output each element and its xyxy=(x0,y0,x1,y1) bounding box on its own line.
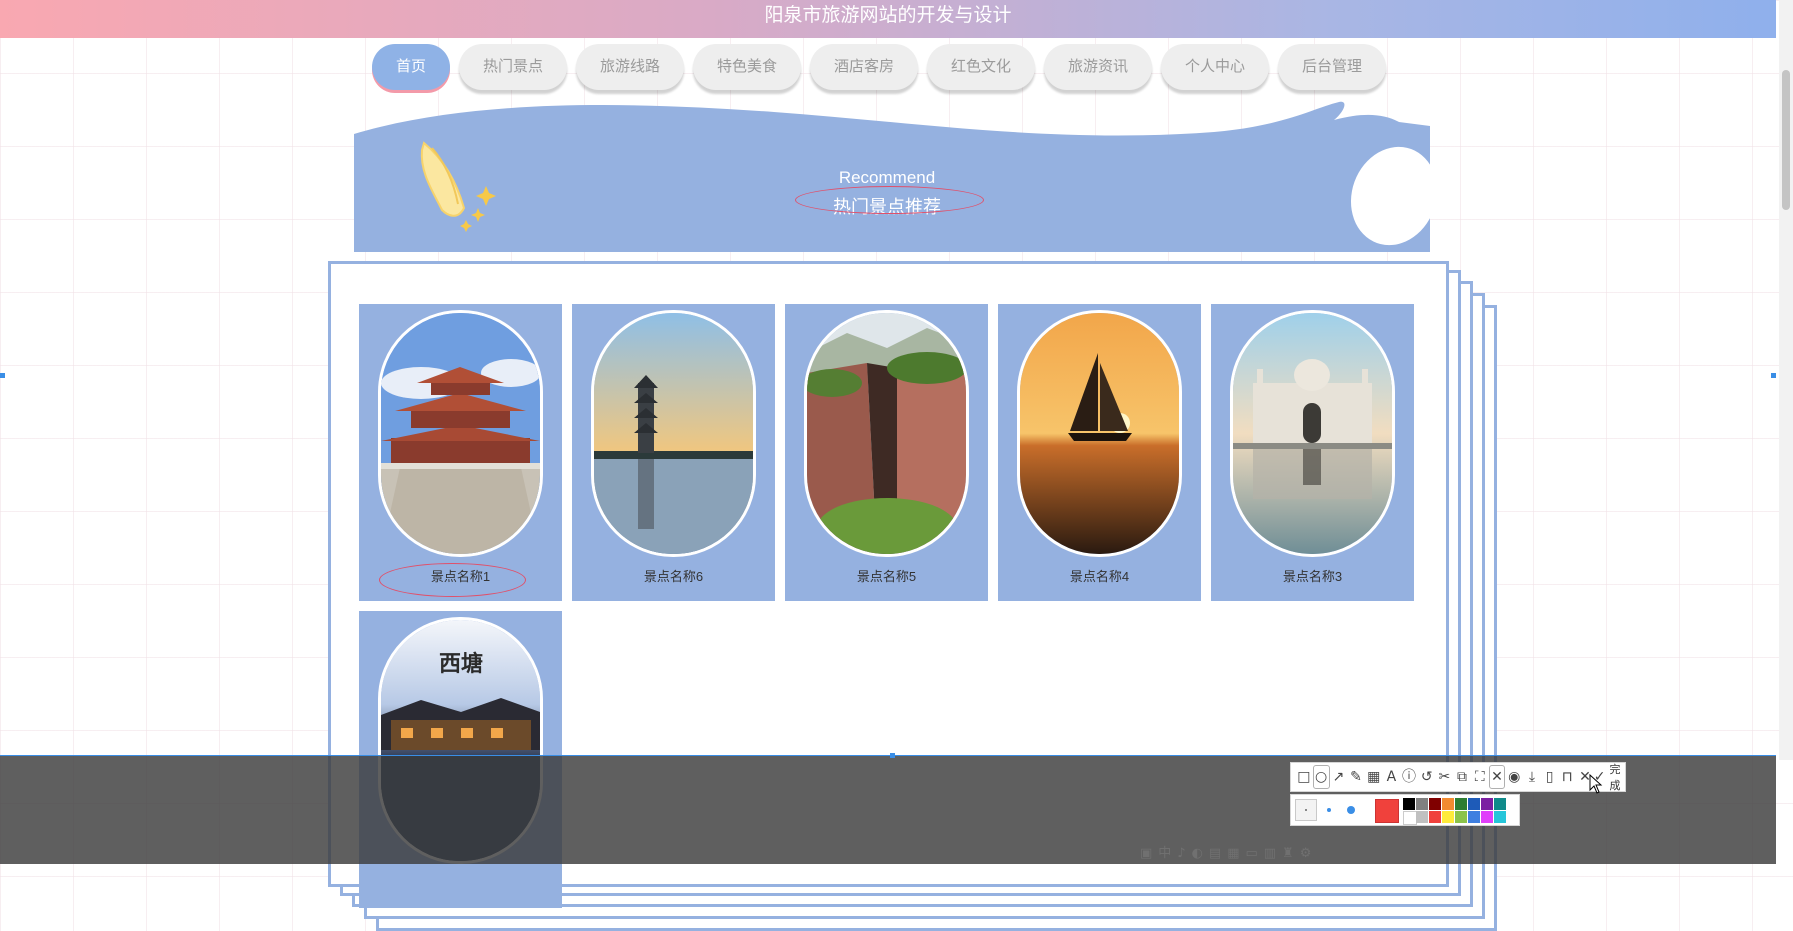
spot-card[interactable]: 景点名称1 xyxy=(359,304,562,601)
nav-item-hot-spots[interactable]: 热门景点 xyxy=(459,44,567,90)
color-swatch[interactable] xyxy=(1468,798,1480,810)
selection-handle[interactable] xyxy=(890,753,895,758)
page-scrollbar[interactable] xyxy=(1779,0,1793,760)
number-icon[interactable]: ⓘ xyxy=(1400,764,1418,790)
nav-item-routes[interactable]: 旅游线路 xyxy=(576,44,684,90)
nav-item-food[interactable]: 特色美食 xyxy=(693,44,801,90)
annotation-ellipse-spot xyxy=(379,563,526,597)
mouse-cursor-icon xyxy=(1589,774,1603,794)
scissors-icon[interactable]: ✂ xyxy=(1436,764,1454,790)
taskbar-ghost-icons: ▣中♪◐▤▦▭▥♜⚙ xyxy=(1140,846,1318,861)
spot-name[interactable]: 景点名称3 xyxy=(1211,566,1414,585)
nav-item-profile[interactable]: 个人中心 xyxy=(1161,44,1269,90)
pin-icon[interactable]: ✕ xyxy=(1488,765,1506,789)
sailboat-sunset-photo[interactable] xyxy=(1017,310,1182,557)
color-swatch[interactable] xyxy=(1429,798,1441,810)
spot-name[interactable]: 景点名称4 xyxy=(998,566,1201,585)
spot-card[interactable]: 景点名称3 xyxy=(1211,304,1414,601)
size-small[interactable] xyxy=(1295,799,1317,821)
color-swatch[interactable] xyxy=(1416,811,1428,823)
scrollbar-thumb[interactable] xyxy=(1782,70,1790,210)
site-title: 阳泉市旅游网站的开发与设计 xyxy=(764,4,1012,26)
bookmark-icon[interactable]: ⊓ xyxy=(1558,764,1576,790)
nav-item-admin[interactable]: 后台管理 xyxy=(1278,44,1386,90)
long-screenshot-icon[interactable]: ▯ xyxy=(1541,764,1559,790)
color-swatch[interactable] xyxy=(1481,798,1493,810)
nav-item-red-culture[interactable]: 红色文化 xyxy=(927,44,1035,90)
xitang-logo: 西塘 xyxy=(439,651,484,677)
palace-reflection-photo[interactable] xyxy=(1230,310,1395,557)
banner-title-en: Recommend xyxy=(838,168,936,187)
selection-handle[interactable] xyxy=(0,373,5,378)
color-swatch[interactable] xyxy=(1494,811,1506,823)
color-swatch[interactable] xyxy=(1481,811,1493,823)
size-medium[interactable] xyxy=(1327,808,1331,812)
screenshot-toolbar: □ ○ ↗ ✎ ▦ A ⓘ ↺ ✂ ⧉ ⛶ ✕ ◉ ⤓ ▯ ⊓ ✕ ✓ 完成 xyxy=(1290,762,1626,792)
nav-item-news[interactable]: 旅游资讯 xyxy=(1044,44,1152,90)
pagoda-lake-photo[interactable] xyxy=(591,310,756,557)
color-swatches xyxy=(1403,798,1519,825)
nav-item-hotels[interactable]: 酒店客房 xyxy=(810,44,918,90)
nav-item-home[interactable]: 首页 xyxy=(372,44,450,90)
mosaic-icon[interactable]: ▦ xyxy=(1365,764,1383,790)
cliff-canyon-photo[interactable] xyxy=(804,310,969,557)
chinese-pavilion-photo[interactable] xyxy=(378,310,543,557)
arrow-icon[interactable]: ↗ xyxy=(1330,764,1348,790)
ocr-icon[interactable]: ⧉ xyxy=(1453,764,1471,790)
color-swatch[interactable] xyxy=(1403,798,1415,810)
color-swatch[interactable] xyxy=(1442,811,1454,823)
fullscreen-icon[interactable]: ⛶ xyxy=(1471,764,1489,790)
color-swatch[interactable] xyxy=(1468,811,1480,823)
annotation-ellipse-banner xyxy=(795,186,984,214)
color-swatch[interactable] xyxy=(1403,811,1417,825)
text-icon[interactable]: A xyxy=(1383,764,1401,790)
main-nav: 首页 热门景点 旅游线路 特色美食 酒店客房 红色文化 旅游资讯 个人中心 后台… xyxy=(372,44,1386,90)
color-swatch[interactable] xyxy=(1455,811,1467,823)
spot-name[interactable]: 景点名称6 xyxy=(572,566,775,585)
download-icon[interactable]: ⤓ xyxy=(1523,764,1541,790)
color-swatch[interactable] xyxy=(1416,798,1428,810)
color-swatch xyxy=(1507,798,1519,810)
spot-name[interactable]: 景点名称5 xyxy=(785,566,988,585)
spot-card[interactable]: 景点名称5 xyxy=(785,304,988,601)
pen-icon[interactable]: ✎ xyxy=(1347,764,1365,790)
rectangle-icon[interactable]: □ xyxy=(1295,764,1313,790)
spot-card[interactable]: 景点名称4 xyxy=(998,304,1201,601)
spot-card[interactable]: 景点名称6 xyxy=(572,304,775,601)
color-swatch[interactable] xyxy=(1494,798,1506,810)
ellipse-icon[interactable]: ○ xyxy=(1312,765,1330,789)
selection-border[interactable] xyxy=(0,755,1776,756)
color-swatch[interactable] xyxy=(1429,811,1441,823)
size-large[interactable] xyxy=(1347,806,1355,814)
site-header: 阳泉市旅游网站的开发与设计 xyxy=(0,0,1776,38)
undo-icon[interactable]: ↺ xyxy=(1418,764,1436,790)
current-color-swatch[interactable] xyxy=(1375,799,1399,823)
done-button[interactable]: 完成 xyxy=(1610,761,1626,793)
selection-handle[interactable] xyxy=(1771,373,1776,378)
color-palette xyxy=(1290,794,1520,826)
color-swatch[interactable] xyxy=(1455,798,1467,810)
color-swatch[interactable] xyxy=(1442,798,1454,810)
record-icon[interactable]: ◉ xyxy=(1505,764,1523,790)
